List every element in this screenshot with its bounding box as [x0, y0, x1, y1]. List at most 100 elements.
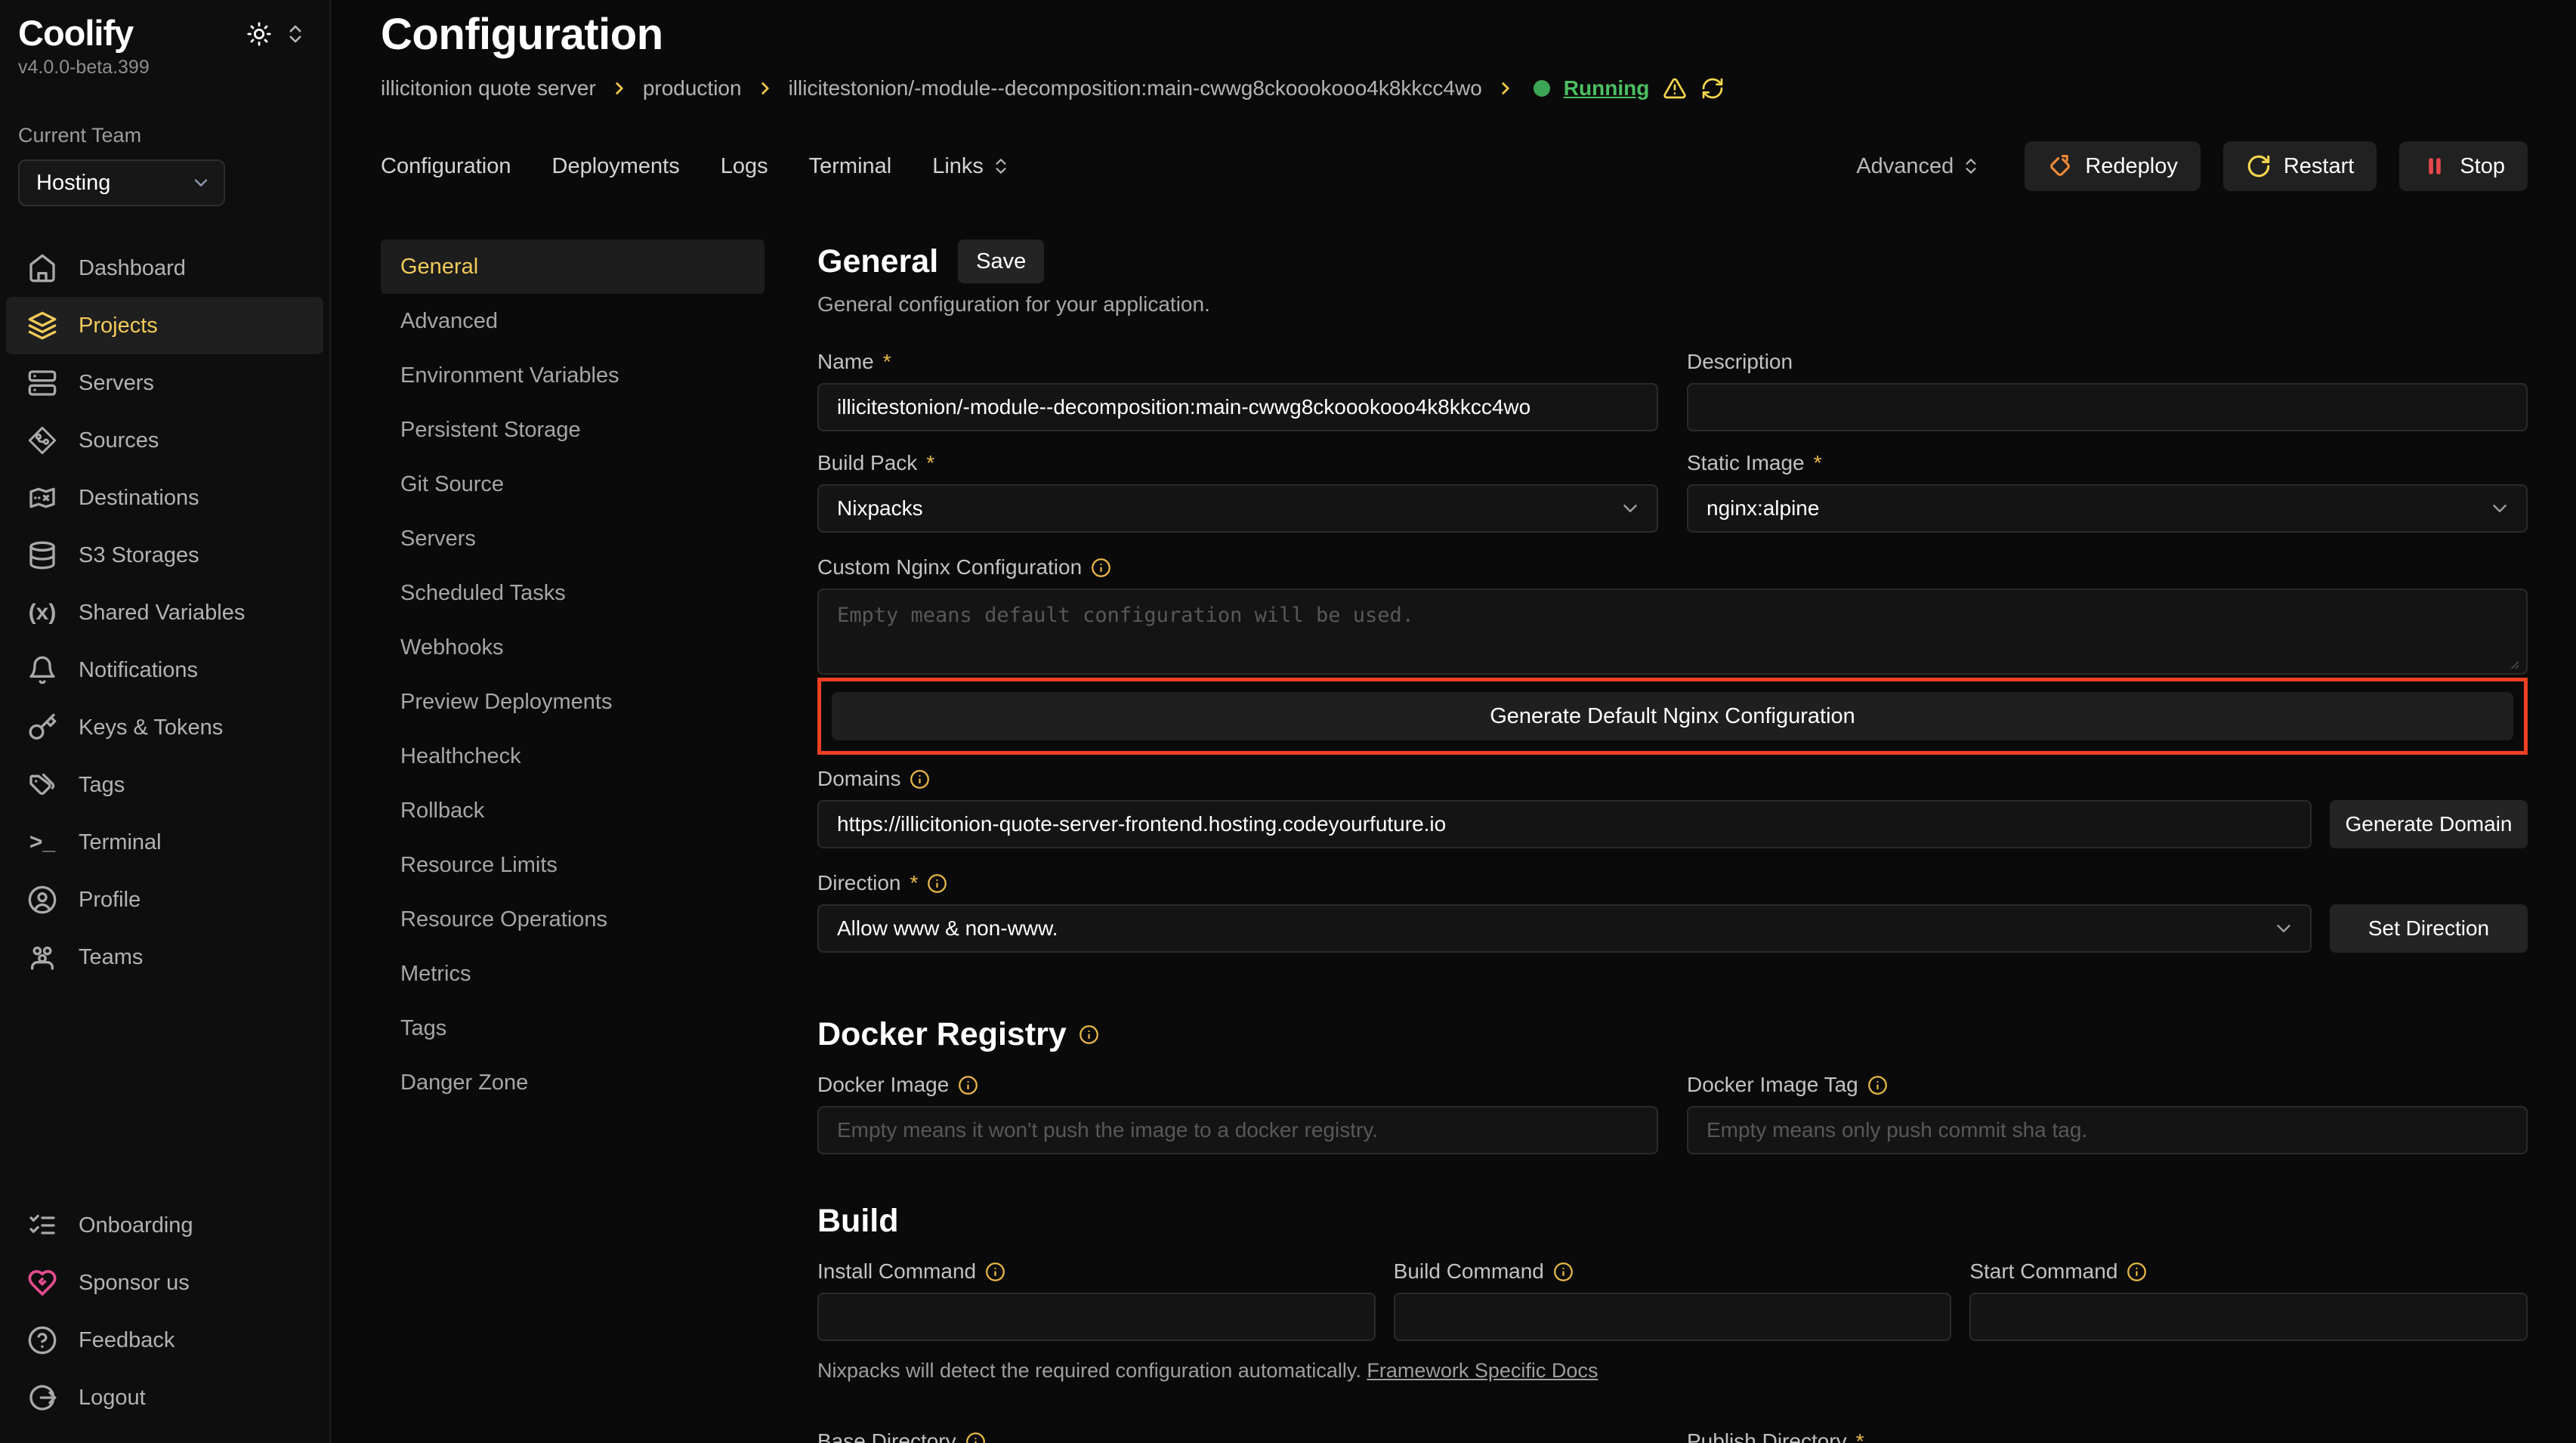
docker-image-field[interactable]	[817, 1106, 1658, 1154]
set-direction-button[interactable]: Set Direction	[2330, 904, 2528, 953]
subnav-persistent-storage[interactable]: Persistent Storage	[381, 403, 764, 457]
refresh-icon[interactable]	[1700, 76, 1725, 100]
save-button[interactable]: Save	[958, 239, 1044, 283]
install-command-field[interactable]	[817, 1293, 1376, 1341]
subnav-webhooks[interactable]: Webhooks	[381, 620, 764, 675]
breadcrumb-environment[interactable]: production	[643, 76, 742, 100]
start-command-field[interactable]	[1969, 1293, 2528, 1341]
warning-triangle-icon[interactable]	[1663, 76, 1687, 100]
tab-logs[interactable]: Logs	[721, 154, 768, 179]
static-image-select[interactable]: nginx:alpine	[1687, 484, 2528, 533]
toolbar: Configuration Deployments Logs Terminal …	[381, 141, 2528, 191]
build-pack-select[interactable]: Nixpacks	[817, 484, 1658, 533]
info-icon[interactable]	[985, 1262, 1005, 1282]
restart-button[interactable]: Restart	[2223, 141, 2377, 191]
subnav-metrics[interactable]: Metrics	[381, 947, 764, 1001]
info-icon[interactable]	[910, 769, 930, 789]
nginx-config-label: Custom Nginx Configuration	[817, 555, 2528, 579]
sidebar-item-tags[interactable]: Tags	[6, 756, 323, 814]
subnav-tags[interactable]: Tags	[381, 1001, 764, 1055]
subnav-healthcheck[interactable]: Healthcheck	[381, 729, 764, 783]
subnav-rollback[interactable]: Rollback	[381, 783, 764, 838]
breadcrumb-project[interactable]: illicitonion quote server	[381, 76, 596, 100]
variables-icon: (x)	[27, 600, 57, 626]
sidebar-item-onboarding[interactable]: Onboarding	[6, 1197, 323, 1254]
theme-sun-icon[interactable]	[246, 21, 272, 47]
logout-icon	[27, 1383, 57, 1413]
subnav-danger-zone[interactable]: Danger Zone	[381, 1055, 764, 1110]
info-icon[interactable]	[1867, 1075, 1888, 1095]
theme-chevrons-icon[interactable]	[284, 23, 307, 45]
framework-docs-link[interactable]: Framework Specific Docs	[1367, 1359, 1598, 1382]
sidebar-item-label: Shared Variables	[79, 601, 245, 626]
sidebar-item-profile[interactable]: Profile	[6, 871, 323, 929]
sidebar-item-shared-variables[interactable]: (x) Shared Variables	[6, 584, 323, 641]
subnav-scheduled-tasks[interactable]: Scheduled Tasks	[381, 566, 764, 620]
sidebar-item-s3-storages[interactable]: S3 Storages	[6, 527, 323, 584]
subnav-environment-variables[interactable]: Environment Variables	[381, 348, 764, 403]
subnav-resource-limits[interactable]: Resource Limits	[381, 838, 764, 892]
info-icon[interactable]	[1091, 558, 1111, 578]
tab-deployments[interactable]: Deployments	[552, 154, 680, 179]
tab-terminal[interactable]: Terminal	[809, 154, 892, 179]
subnav-general[interactable]: General	[381, 239, 764, 294]
sidebar-item-sponsor[interactable]: Sponsor us	[6, 1254, 323, 1312]
page-title: Configuration	[381, 0, 2528, 60]
build-command-field[interactable]	[1394, 1293, 1952, 1341]
domains-field[interactable]	[817, 800, 2312, 848]
breadcrumb: illicitonion quote server production ill…	[381, 76, 2528, 100]
restart-label: Restart	[2284, 154, 2354, 179]
team-select[interactable]: Hosting	[18, 159, 225, 206]
info-icon[interactable]	[927, 873, 947, 894]
stop-button[interactable]: Stop	[2399, 141, 2528, 191]
sidebar-item-label: Teams	[79, 945, 143, 970]
info-icon[interactable]	[958, 1075, 978, 1095]
subnav-advanced[interactable]: Advanced	[381, 294, 764, 348]
nginx-config-textarea[interactable]: Empty means default configuration will b…	[817, 589, 2528, 675]
subnav-preview-deployments[interactable]: Preview Deployments	[381, 675, 764, 729]
tab-configuration[interactable]: Configuration	[381, 154, 511, 179]
tab-links[interactable]: Links	[932, 154, 1011, 179]
config-subnav: General Advanced Environment Variables P…	[381, 239, 764, 1443]
breadcrumb-application[interactable]: illicitestonion/-module--decomposition:m…	[789, 76, 1482, 100]
redeploy-button[interactable]: Redeploy	[2025, 141, 2201, 191]
status-badge[interactable]: Running	[1564, 76, 1650, 100]
sidebar-item-label: Keys & Tokens	[79, 715, 223, 740]
sidebar-item-servers[interactable]: Servers	[6, 354, 323, 412]
redeploy-label: Redeploy	[2085, 154, 2178, 179]
docker-image-tag-label: Docker Image Tag	[1687, 1073, 2528, 1097]
info-icon[interactable]	[1553, 1262, 1574, 1282]
docker-image-tag-field[interactable]	[1687, 1106, 2528, 1154]
sidebar-item-logout[interactable]: Logout	[6, 1369, 323, 1426]
name-field[interactable]	[817, 383, 1658, 431]
sidebar-item-dashboard[interactable]: Dashboard	[6, 239, 323, 297]
info-icon[interactable]	[2127, 1262, 2147, 1282]
sidebar-item-destinations[interactable]: Destinations	[6, 469, 323, 527]
sidebar-item-feedback[interactable]: Feedback	[6, 1312, 323, 1369]
info-icon[interactable]	[965, 1432, 986, 1443]
sidebar-item-notifications[interactable]: Notifications	[6, 641, 323, 699]
sidebar-item-keys-tokens[interactable]: Keys & Tokens	[6, 699, 323, 756]
chevron-right-icon	[1496, 79, 1515, 98]
sidebar-item-label: Feedback	[79, 1328, 175, 1353]
sidebar-nav: Dashboard Projects Servers Sources Desti…	[0, 239, 329, 986]
generate-domain-button[interactable]: Generate Domain	[2330, 800, 2528, 848]
sidebar-item-projects[interactable]: Projects	[6, 297, 323, 354]
resize-handle[interactable]	[2505, 652, 2520, 667]
docker-image-label: Docker Image	[817, 1073, 1658, 1097]
description-label: Description	[1687, 350, 2528, 374]
chevrons-up-down-icon	[1961, 156, 1981, 176]
info-icon[interactable]	[1079, 1024, 1099, 1045]
sidebar-item-terminal[interactable]: >_ Terminal	[6, 814, 323, 871]
subnav-git-source[interactable]: Git Source	[381, 457, 764, 511]
section-title-docker-registry: Docker Registry	[817, 1016, 1067, 1053]
subnav-servers[interactable]: Servers	[381, 511, 764, 566]
generate-nginx-config-button[interactable]: Generate Default Nginx Configuration	[832, 692, 2513, 740]
advanced-menu[interactable]: Advanced	[1856, 154, 1981, 179]
direction-select[interactable]: Allow www & non-www.	[817, 904, 2312, 953]
sidebar-item-sources[interactable]: Sources	[6, 412, 323, 469]
description-field[interactable]	[1687, 383, 2528, 431]
help-circle-icon	[27, 1325, 57, 1355]
subnav-resource-operations[interactable]: Resource Operations	[381, 892, 764, 947]
sidebar-item-teams[interactable]: Teams	[6, 929, 323, 986]
